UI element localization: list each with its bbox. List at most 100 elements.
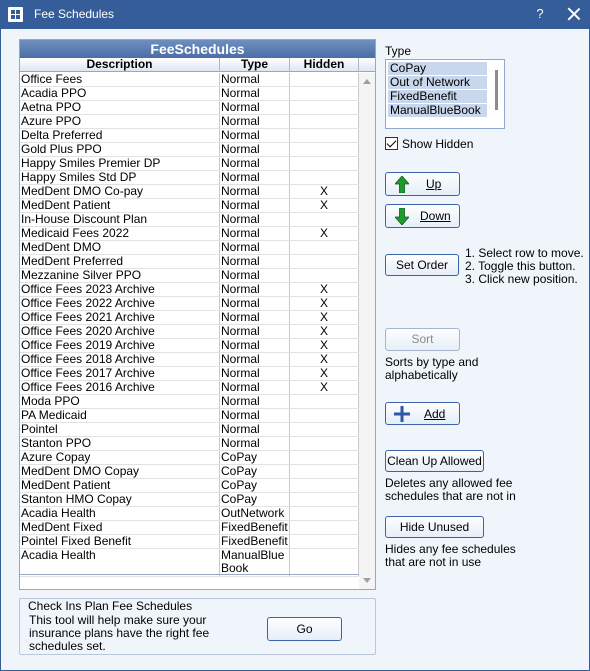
type-option[interactable]: Out of Network <box>388 76 487 89</box>
hide-unused-button[interactable]: Hide Unused <box>385 516 484 538</box>
table-row[interactable]: Office Fees Normal <box>20 73 359 87</box>
table-row[interactable]: Acadia PPO Normal <box>20 87 359 101</box>
up-button[interactable]: Up <box>385 172 460 196</box>
show-hidden-label[interactable]: Show Hidden <box>402 138 473 151</box>
row-type-cell: Normal <box>220 409 290 422</box>
grid-vertical-scrollbar[interactable] <box>359 73 375 589</box>
table-row[interactable]: MedDent Fixed FixedBenefit <box>20 521 359 535</box>
scroll-up-icon[interactable] <box>363 79 371 84</box>
type-option[interactable]: CoPay <box>388 62 487 75</box>
scroll-down-icon[interactable] <box>363 578 371 583</box>
add-button[interactable]: Add <box>385 402 460 425</box>
column-header-hidden[interactable]: Hidden <box>290 58 359 72</box>
row-description-cell: Mezzanine Silver PPO <box>20 269 220 282</box>
row-type-cell: FixedBenefit <box>220 521 290 534</box>
column-header-type[interactable]: Type <box>220 58 290 72</box>
close-icon[interactable] <box>565 5 583 23</box>
table-row[interactable]: Office Fees 2017 Archive Normal X <box>20 367 359 381</box>
row-description-cell: MedDent Fixed <box>20 521 220 534</box>
table-row[interactable]: Mezzanine Silver PPO Normal <box>20 269 359 283</box>
table-row[interactable]: Office Fees 2023 Archive Normal X <box>20 283 359 297</box>
table-row[interactable]: Stanton HMO Copay CoPay <box>20 493 359 507</box>
go-button[interactable]: Go <box>267 617 342 641</box>
help-button[interactable]: ? <box>532 6 548 24</box>
show-hidden-checkbox[interactable] <box>385 137 398 150</box>
table-row[interactable]: Office Fees 2020 Archive Normal X <box>20 325 359 339</box>
row-type-cell: Normal <box>220 297 290 310</box>
row-type-cell: Normal <box>220 353 290 366</box>
clean-up-allowed-button[interactable]: Clean Up Allowed <box>385 450 484 472</box>
grid-rows: Office Fees Normal Acadia PPO Normal Aetna P… <box>20 73 359 577</box>
table-row[interactable]: Office Fees 2022 Archive Normal X <box>20 297 359 311</box>
row-description-cell: Acadia PPO <box>20 87 220 100</box>
row-description-cell: In-House Discount Plan <box>20 213 220 226</box>
row-type-cell: Normal <box>220 115 290 128</box>
row-hidden-cell: X <box>290 311 359 324</box>
table-row[interactable]: Moda PPO Normal <box>20 395 359 409</box>
table-row[interactable]: Acadia Health OutNetwork <box>20 507 359 521</box>
row-type-cell: FixedBenefit <box>220 535 290 548</box>
row-hidden-cell <box>290 143 359 156</box>
table-row[interactable]: MedDent DMO Normal <box>20 241 359 255</box>
table-row[interactable]: Office Fees 2019 Archive Normal X <box>20 339 359 353</box>
grid-bottom-divider <box>20 574 359 575</box>
table-row[interactable]: MedDent DMO Copay CoPay <box>20 465 359 479</box>
row-type-cell: Normal <box>220 395 290 408</box>
sort-button[interactable]: Sort <box>385 328 460 351</box>
row-type-cell: Normal <box>220 227 290 240</box>
table-row[interactable]: PA Medicaid Normal <box>20 409 359 423</box>
row-type-cell: Normal <box>220 101 290 114</box>
row-hidden-cell <box>290 87 359 100</box>
row-type-cell: CoPay <box>220 465 290 478</box>
table-row[interactable]: Delta Preferred Normal <box>20 129 359 143</box>
column-header-description[interactable]: Description <box>20 58 220 72</box>
table-row[interactable]: Aetna PPO Normal <box>20 101 359 115</box>
down-button[interactable]: Down <box>385 204 460 228</box>
row-type-cell: Normal <box>220 311 290 324</box>
table-row[interactable]: Office Fees 2016 Archive Normal X <box>20 381 359 395</box>
table-row[interactable]: Pointel Fixed Benefit FixedBenefit <box>20 535 359 549</box>
row-description-cell: Office Fees 2018 Archive <box>20 353 220 366</box>
row-description-cell: MedDent DMO Co-pay <box>20 185 220 198</box>
row-description-cell: Office Fees 2017 Archive <box>20 367 220 380</box>
table-row[interactable]: Azure Copay CoPay <box>20 451 359 465</box>
table-row[interactable]: Happy Smiles Std DP Normal <box>20 171 359 185</box>
table-row[interactable]: MedDent Patient CoPay <box>20 479 359 493</box>
row-hidden-cell: X <box>290 381 359 394</box>
table-row[interactable]: MedDent DMO Co-pay Normal X <box>20 185 359 199</box>
type-option[interactable]: FixedBenefit <box>388 90 487 103</box>
table-row[interactable]: Pointel Normal <box>20 423 359 437</box>
table-row[interactable]: Office Fees 2021 Archive Normal X <box>20 311 359 325</box>
row-type-cell: Normal <box>220 185 290 198</box>
row-type-cell: Normal <box>220 73 290 86</box>
table-row[interactable]: MedDent Patient Normal X <box>20 199 359 213</box>
row-hidden-cell <box>290 73 359 86</box>
green-arrow-up-icon <box>395 176 409 193</box>
table-row[interactable]: Azure PPO Normal <box>20 115 359 129</box>
row-type-cell: Normal <box>220 339 290 352</box>
type-listbox-scroll-thumb[interactable] <box>495 70 498 110</box>
set-order-step-3: 3. Click new position. <box>465 272 578 286</box>
table-row[interactable]: Medicaid Fees 2022 Normal X <box>20 227 359 241</box>
set-order-button[interactable]: Set Order <box>385 254 459 276</box>
table-row[interactable]: Acadia Health ManualBlue Book <box>20 549 359 577</box>
sort-help-text: Sorts by type and alphabetically <box>385 355 479 382</box>
fee-schedules-grid[interactable]: FeeSchedules Description Type Hidden Off… <box>19 39 376 590</box>
table-row[interactable]: Gold Plus PPO Normal <box>20 143 359 157</box>
grid-header: Description Type Hidden <box>20 58 375 72</box>
row-description-cell: Office Fees 2016 Archive <box>20 381 220 394</box>
type-listbox[interactable]: CoPay Out of Network FixedBenefit Manual… <box>385 59 505 129</box>
row-hidden-cell <box>290 549 359 576</box>
type-label: Type <box>385 44 412 58</box>
row-type-cell: Normal <box>220 199 290 212</box>
type-listbox-scrollbar[interactable] <box>493 63 501 125</box>
table-row[interactable]: Stanton PPO Normal <box>20 437 359 451</box>
table-row[interactable]: In-House Discount Plan Normal <box>20 213 359 227</box>
table-row[interactable]: MedDent Preferred Normal <box>20 255 359 269</box>
type-option[interactable]: ManualBlueBook <box>388 104 487 117</box>
row-hidden-cell <box>290 451 359 464</box>
up-label: Up <box>426 177 442 191</box>
row-hidden-cell: X <box>290 227 359 240</box>
table-row[interactable]: Happy Smiles Premier DP Normal <box>20 157 359 171</box>
table-row[interactable]: Office Fees 2018 Archive Normal X <box>20 353 359 367</box>
